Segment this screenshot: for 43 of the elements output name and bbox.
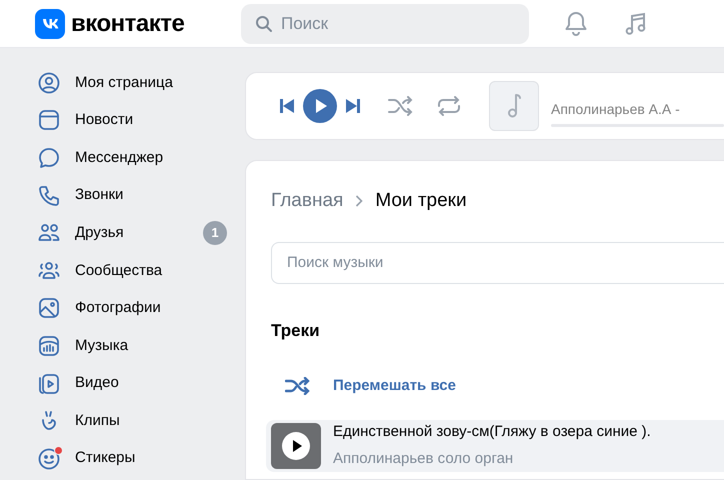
search-icon	[255, 14, 273, 32]
page-title: Мои треки	[375, 189, 467, 213]
sidebar-item[interactable]: Музыка	[37, 327, 229, 365]
shuffle-icon	[285, 377, 311, 396]
sidebar-item[interactable]: Новости	[37, 102, 229, 140]
music-search-field[interactable]: Поиск музыки	[271, 242, 724, 284]
search-field[interactable]: Поиск	[241, 4, 529, 44]
track-title: Единственной зову-см(Гляжу в озера синие ).	[333, 422, 651, 442]
chat-bubble-icon	[37, 146, 61, 170]
next-icon[interactable]	[345, 98, 361, 114]
track-cover[interactable]	[271, 422, 321, 468]
window-icon	[37, 108, 61, 132]
sidebar-item[interactable]: Клипы	[37, 402, 229, 440]
breadcrumb-link[interactable]: Главная	[271, 187, 344, 216]
previous-icon[interactable]	[279, 98, 295, 114]
bell-icon[interactable]	[564, 10, 588, 36]
music-note-icon	[507, 93, 521, 119]
track-artist: Апполинарьев соло орган	[333, 448, 514, 468]
sidebar-item[interactable]: Сообщества	[37, 252, 229, 290]
section-title: Треки	[271, 320, 321, 342]
profile-icon	[37, 70, 61, 95]
shuffle-icon[interactable]	[388, 96, 414, 116]
track-row[interactable]: Единственной зову-см(Гляжу в озера синие ). Апполинарьев соло орган	[266, 420, 724, 472]
repeat-icon[interactable]	[436, 95, 462, 117]
play-icon	[282, 432, 310, 460]
play-button[interactable]	[303, 89, 337, 123]
shuffle-all-button[interactable]: Перемешать все	[285, 375, 456, 398]
count-badge: 1	[203, 221, 227, 246]
sidebar-item[interactable]: Звонки	[37, 176, 229, 214]
sidebar-item[interactable]: Друзья 1	[37, 214, 229, 252]
sidebar-item[interactable]: Фотографии	[37, 290, 229, 328]
sidebar-item[interactable]: Стикеры	[37, 440, 229, 478]
play-icon	[37, 372, 61, 396]
track-title: Апполинарьев А.А -	[551, 100, 681, 119]
logo-text[interactable]: вконтакте	[71, 6, 184, 42]
phone-icon	[37, 184, 61, 208]
chart-icon	[37, 334, 61, 358]
picture-icon	[37, 296, 61, 320]
chevron-icon	[355, 195, 364, 208]
logo-icon[interactable]	[35, 8, 65, 38]
sidebar-item[interactable]: Видео	[37, 364, 229, 402]
sidebar-item[interactable]: Мессенджер	[37, 139, 229, 177]
sidebar-item[interactable]: Моя страница	[37, 64, 229, 102]
